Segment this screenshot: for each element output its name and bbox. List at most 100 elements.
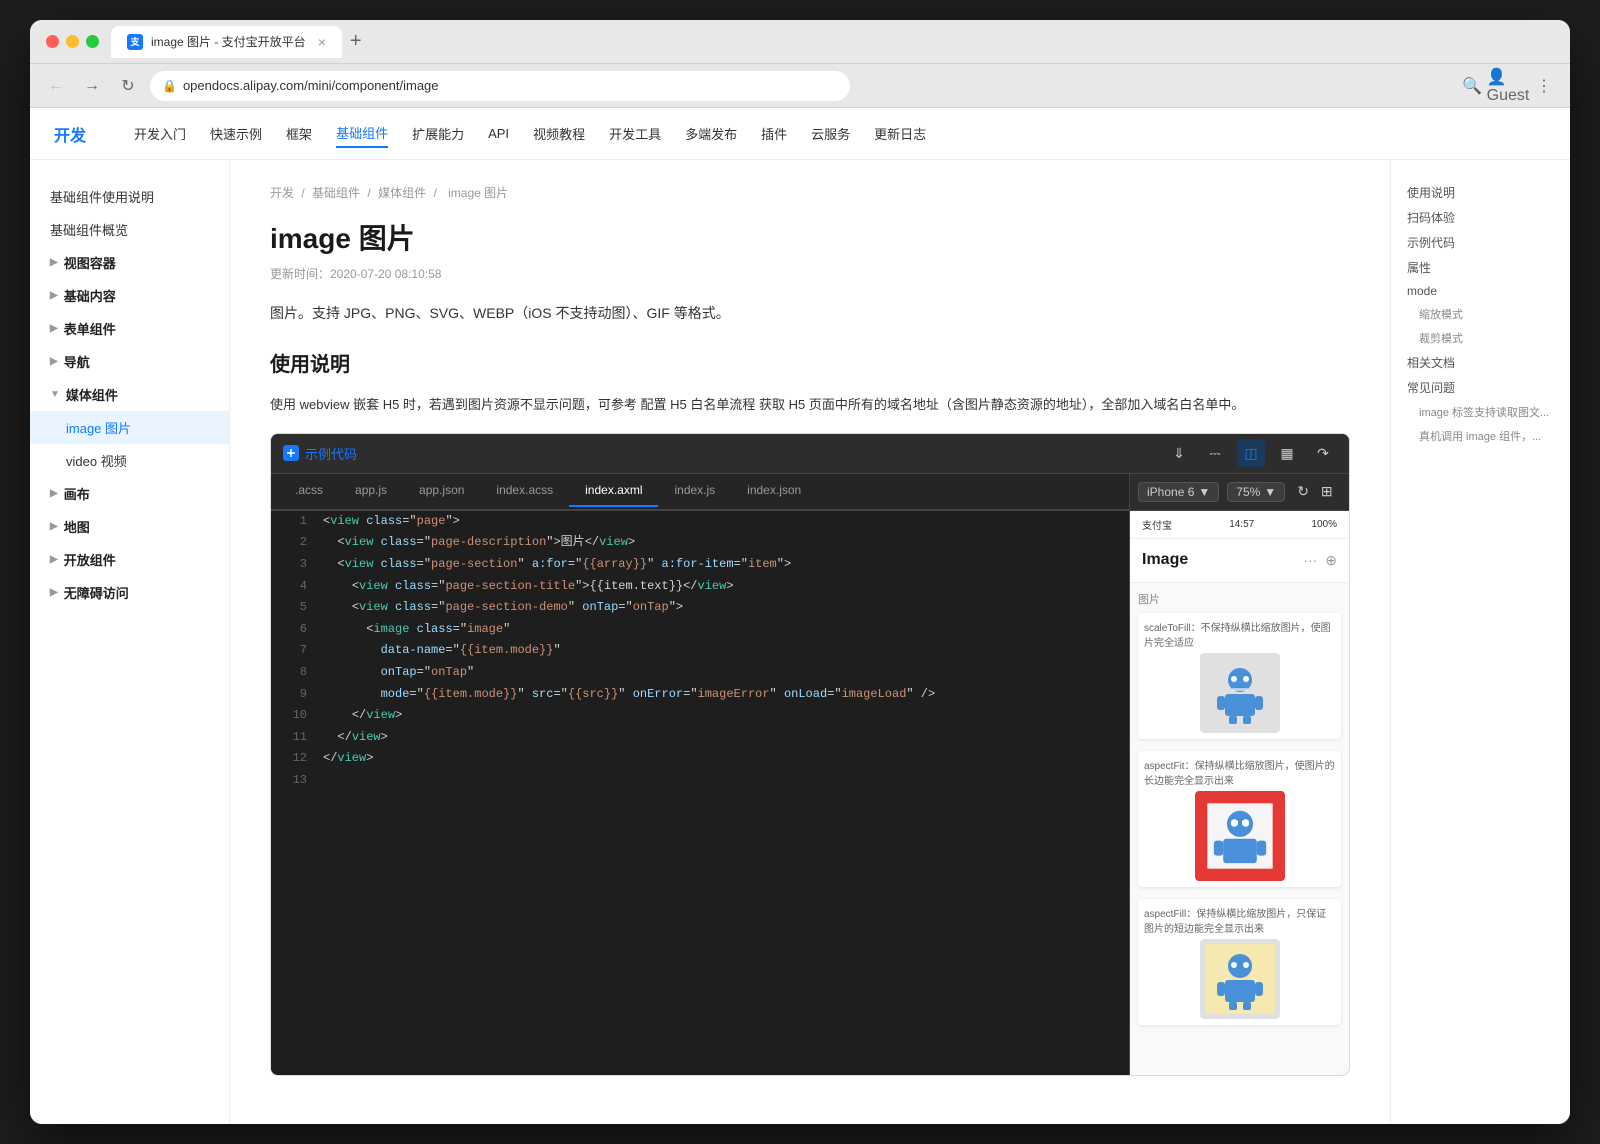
sidebar-item-open[interactable]: ▶ 开放组件 (30, 543, 229, 576)
maximize-button[interactable] (86, 35, 99, 48)
grid-preview-button[interactable]: ⊞ (1321, 483, 1333, 500)
file-tab-indexjs[interactable]: index.js (658, 475, 731, 507)
sidebar-item-video[interactable]: video 视频 (30, 444, 229, 477)
sidebar-item-form[interactable]: ▶ 表单组件 (30, 312, 229, 345)
nav-items: 开发入门 快速示例 框架 基础组件 扩展能力 API 视频教程 开发工具 多端发… (134, 119, 926, 148)
code-line-9: 9 mode="{{item.mode}}" src="{{src}}" onE… (271, 684, 1129, 706)
chevron-down-icon: ▼ (1264, 485, 1276, 499)
device-selector[interactable]: iPhone 6 ▼ (1138, 482, 1219, 502)
file-tab-indexaxml[interactable]: index.axml (569, 475, 658, 507)
sidebar-item-media[interactable]: ▼ 媒体组件 (30, 378, 229, 411)
phone-image-demo-3: aspectFill：保持纵横比缩放图片，只保证图片的短边能完全显示出来 (1138, 899, 1341, 1025)
toc-item-1[interactable]: 使用说明 (1407, 180, 1554, 205)
sidebar-item-image[interactable]: image 图片 (30, 411, 229, 444)
url-bar[interactable]: 🔒 opendocs.alipay.com/mini/component/ima… (150, 71, 850, 101)
toc-item-6[interactable]: 缩放模式 (1407, 302, 1554, 326)
top-nav: 开发 开发入门 快速示例 框架 基础组件 扩展能力 API 视频教程 开发工具 … (30, 108, 1570, 160)
search-button[interactable]: 🔍 (1458, 72, 1486, 100)
page-title: image 图片 (270, 217, 1350, 257)
toc-item-5[interactable]: mode (1407, 280, 1554, 302)
sidebar-item-label: 地图 (64, 517, 90, 536)
toc-item-8[interactable]: 相关文档 (1407, 350, 1554, 375)
zoom-selector[interactable]: 75% ▼ (1227, 482, 1285, 502)
update-time: 更新时间：2020-07-20 08:10:58 (270, 265, 1350, 282)
nav-item-1[interactable]: 开发入门 (134, 120, 186, 147)
nav-item-4[interactable]: 基础组件 (336, 119, 388, 148)
nav-item-7[interactable]: 视频教程 (533, 120, 585, 147)
toc-item-10[interactable]: image 标签支持读取图文... (1407, 400, 1554, 424)
nav-item-10[interactable]: 插件 (761, 120, 787, 147)
breadcrumb-link-3[interactable]: 媒体组件 (378, 186, 426, 200)
nav-item-12[interactable]: 更新日志 (874, 120, 926, 147)
page-path-bar: 页面路径：Image (1130, 1075, 1349, 1076)
share-button[interactable]: ↷ (1309, 439, 1337, 467)
sidebar-item-label: 基础组件概览 (50, 220, 128, 239)
sidebar-item-label: 基础内容 (64, 286, 116, 305)
phone-image-label-2: aspectFit：保持纵横比缩放图片，使图片的长边能完全显示出来 (1144, 757, 1335, 787)
nav-item-5[interactable]: 扩展能力 (412, 120, 464, 147)
sidebar-item-accessibility[interactable]: ▶ 无障碍访问 (30, 576, 229, 609)
minimize-button[interactable] (66, 35, 79, 48)
breadcrumb-link-1[interactable]: 开发 (270, 186, 294, 200)
sidebar-item-guide[interactable]: 基础组件使用说明 (30, 180, 229, 213)
arrow-icon: ▶ (50, 587, 58, 598)
close-button[interactable] (46, 35, 59, 48)
nav-item-9[interactable]: 多端发布 (685, 120, 737, 147)
file-tab-appjson[interactable]: app.json (403, 475, 480, 507)
demo-actions: ⇓ ⎓ ◫ ▦ ↷ (1165, 439, 1337, 467)
copy-button[interactable]: ⎓ (1201, 439, 1229, 467)
code-line-10: 10 </view> (271, 705, 1129, 727)
file-tab-appjs[interactable]: app.js (339, 475, 403, 507)
phone-content: 图片 scaleToFill：不保持纵横比缩放图片，使图片完全适应 (1130, 583, 1349, 1075)
refresh-button[interactable]: ↻ (114, 72, 142, 100)
profile-button[interactable]: 👤 Guest (1494, 72, 1522, 100)
nav-item-6[interactable]: API (488, 122, 509, 145)
split-view-button[interactable]: ◫ (1237, 439, 1265, 467)
toc-item-7[interactable]: 裁剪模式 (1407, 326, 1554, 350)
back-button[interactable]: ← (42, 72, 70, 100)
title-bar: 支 image 图片 - 支付宝开放平台 × + (30, 20, 1570, 64)
toc-item-2[interactable]: 扫码体验 (1407, 205, 1554, 230)
toc-item-9[interactable]: 常见问题 (1407, 375, 1554, 400)
page-layout: 基础组件使用说明 基础组件概览 ▶ 视图容器 ▶ 基础内容 ▶ 表单组件 ▶ 导… (30, 160, 1570, 1124)
sidebar-item-basic-content[interactable]: ▶ 基础内容 (30, 279, 229, 312)
new-tab-button[interactable]: + (350, 30, 362, 53)
breadcrumb-link-2[interactable]: 基础组件 (312, 186, 360, 200)
phone-time: 14:57 (1229, 519, 1254, 530)
nav-item-2[interactable]: 快速示例 (210, 120, 262, 147)
sidebar-item-view-container[interactable]: ▶ 视图容器 (30, 246, 229, 279)
nav-item-3[interactable]: 框架 (286, 120, 312, 147)
sidebar-item-nav[interactable]: ▶ 导航 (30, 345, 229, 378)
file-tab-indexjson[interactable]: index.json (731, 475, 817, 507)
code-line-2: 2 <view class="page-description">图片</vie… (271, 532, 1129, 554)
tab-close-button[interactable]: × (318, 34, 326, 50)
sidebar-item-map[interactable]: ▶ 地图 (30, 510, 229, 543)
sidebar-item-overview[interactable]: 基础组件概览 (30, 213, 229, 246)
grid-button[interactable]: ▦ (1273, 439, 1301, 467)
menu-button[interactable]: ⋮ (1530, 72, 1558, 100)
phone-image-label-3: aspectFill：保持纵横比缩放图片，只保证图片的短边能完全显示出来 (1144, 905, 1335, 935)
toc-item-3[interactable]: 示例代码 (1407, 230, 1554, 255)
forward-button[interactable]: → (78, 72, 106, 100)
download-button[interactable]: ⇓ (1165, 439, 1193, 467)
nav-item-11[interactable]: 云服务 (811, 120, 850, 147)
arrow-icon: ▶ (50, 257, 58, 268)
tab-title: image 图片 - 支付宝开放平台 (151, 33, 306, 50)
active-tab[interactable]: 支 image 图片 - 支付宝开放平台 × (111, 26, 342, 58)
file-tab-acss[interactable]: .acss (279, 475, 339, 507)
url-text: opendocs.alipay.com/mini/component/image (183, 78, 439, 93)
code-line-12: 12 </view> (271, 748, 1129, 770)
toc-item-4[interactable]: 属性 (1407, 255, 1554, 280)
refresh-preview-button[interactable]: ↻ (1297, 483, 1309, 500)
file-tabs: .acss app.js app.json index.acss index.a… (271, 474, 1129, 510)
code-line-4: 4 <view class="page-section-title">{{ite… (271, 576, 1129, 598)
sidebar-item-label: 无障碍访问 (64, 583, 129, 602)
nav-item-8[interactable]: 开发工具 (609, 120, 661, 147)
toc-item-11[interactable]: 真机调用 image 组件，... (1407, 424, 1554, 448)
tab-favicon: 支 (127, 34, 143, 50)
sidebar-item-label: 开放组件 (64, 550, 116, 569)
breadcrumb-sep: / (433, 186, 436, 200)
sidebar-item-canvas[interactable]: ▶ 画布 (30, 477, 229, 510)
browser-window: 支 image 图片 - 支付宝开放平台 × + ← → ↻ 🔒 opendoc… (30, 20, 1570, 1124)
file-tab-indexacss[interactable]: index.acss (480, 475, 569, 507)
